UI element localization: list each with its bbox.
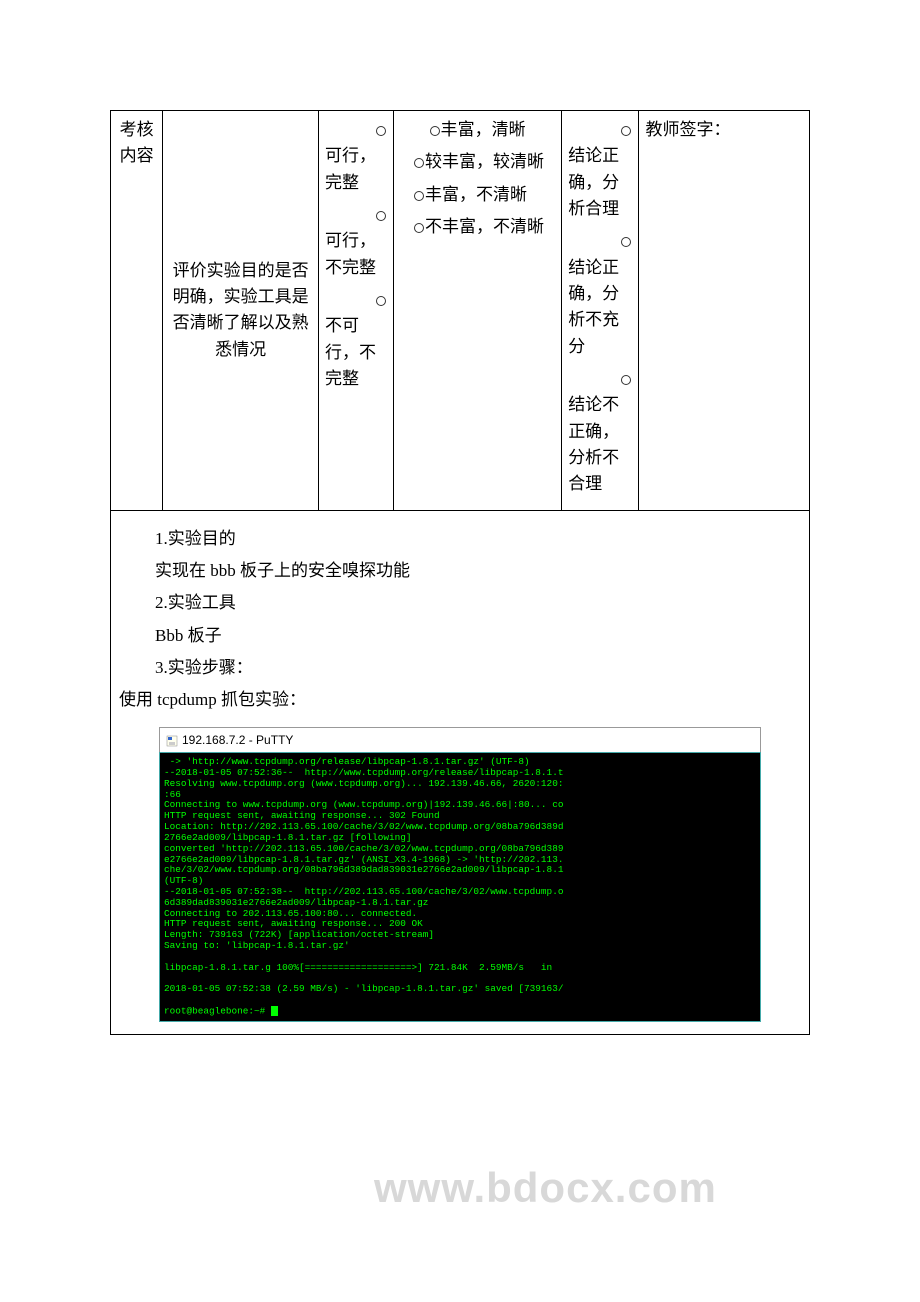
- text-assess: 考核内容: [120, 120, 154, 165]
- content-cell: www.bdocx.com 1.实验目的 实现在 bbb 板子上的安全嗅探功能 …: [111, 510, 810, 1034]
- watermark-text: www.bdocx.com: [374, 1155, 717, 1220]
- evaluation-table: 考核内容 评价实验目的是否明确，实验工具是否清晰了解以及熟悉情况 可行，完整 可…: [110, 110, 810, 1035]
- radio-icon: [376, 126, 386, 136]
- opt-label: 不可行，不完整: [325, 316, 376, 388]
- cell-signature: 教师签字：: [639, 111, 810, 511]
- opt-feasible-incomplete: 可行，不完整: [325, 202, 387, 281]
- radio-icon: [414, 223, 424, 233]
- opt-label: 丰富，不清晰: [425, 185, 527, 204]
- terminal-title-bar: 192.168.7.2 - PuTTY: [159, 727, 761, 753]
- cell-conclusion: 结论正确，分析合理 结论正确，分析不充分 结论不正确，分析不合理: [562, 111, 639, 511]
- opt-rich-clear: 丰富，清晰: [400, 117, 555, 143]
- opt-label: 结论正确，分析不充分: [568, 258, 619, 356]
- content-row: www.bdocx.com 1.实验目的 实现在 bbb 板子上的安全嗅探功能 …: [111, 510, 810, 1034]
- radio-icon: [376, 211, 386, 221]
- radio-icon: [376, 296, 386, 306]
- cell-feasibility: 可行，完整 可行，不完整 不可行，不完整: [318, 111, 393, 511]
- tools-text: Bbb 板子: [119, 620, 801, 652]
- eval-desc-text: 评价实验目的是否明确，实验工具是否清晰了解以及熟悉情况: [173, 261, 309, 359]
- opt-conc-correct: 结论正确，分析合理: [568, 117, 632, 222]
- radio-icon: [414, 191, 424, 201]
- opt-label: 较丰富，较清晰: [425, 152, 544, 171]
- signature-label: 教师签字：: [645, 120, 730, 139]
- heading-purpose: 1.实验目的: [119, 523, 801, 555]
- opt-label: 结论正确，分析合理: [568, 146, 619, 218]
- radio-icon: [430, 126, 440, 136]
- evaluation-row: 考核内容 评价实验目的是否明确，实验工具是否清晰了解以及熟悉情况 可行，完整 可…: [111, 111, 810, 511]
- opt-label: 丰富，清晰: [441, 120, 526, 139]
- opt-label: 可行，完整: [325, 146, 376, 191]
- terminal-window: 192.168.7.2 - PuTTY -> 'http://www.tcpdu…: [159, 727, 761, 1023]
- radio-icon: [621, 237, 631, 247]
- opt-conc-partial: 结论正确，分析不充分: [568, 228, 632, 360]
- opt-label: 结论不正确，分析不合理: [568, 395, 619, 493]
- cell-assess-label: 考核内容: [111, 111, 163, 511]
- terminal-body: -> 'http://www.tcpdump.org/release/libpc…: [159, 752, 761, 1022]
- radio-icon: [621, 375, 631, 385]
- heading-steps: 3.实验步骤：: [119, 652, 801, 684]
- purpose-text: 实现在 bbb 板子上的安全嗅探功能: [119, 555, 801, 587]
- putty-icon: [166, 734, 178, 746]
- opt-label: 不丰富，不清晰: [425, 217, 544, 236]
- opt-rich-unclear: 丰富，不清晰: [400, 182, 555, 208]
- terminal-title-text: 192.168.7.2 - PuTTY: [182, 731, 293, 750]
- opt-conc-incorrect: 结论不正确，分析不合理: [568, 366, 632, 498]
- cell-eval-desc: 评价实验目的是否明确，实验工具是否清晰了解以及熟悉情况: [163, 111, 319, 511]
- radio-icon: [621, 126, 631, 136]
- steps-text: 使用 tcpdump 抓包实验：: [119, 684, 801, 716]
- opt-notrich-unclear: 不丰富，不清晰: [400, 214, 555, 240]
- cell-richness: 丰富，清晰 较丰富，较清晰 丰富，不清晰 不丰富，不清晰: [393, 111, 561, 511]
- radio-icon: [414, 158, 424, 168]
- opt-more-rich: 较丰富，较清晰: [400, 149, 555, 175]
- opt-feasible-complete: 可行，完整: [325, 117, 387, 196]
- opt-infeasible-incomplete: 不可行，不完整: [325, 287, 387, 392]
- heading-tools: 2.实验工具: [119, 587, 801, 619]
- opt-label: 可行，不完整: [325, 231, 376, 276]
